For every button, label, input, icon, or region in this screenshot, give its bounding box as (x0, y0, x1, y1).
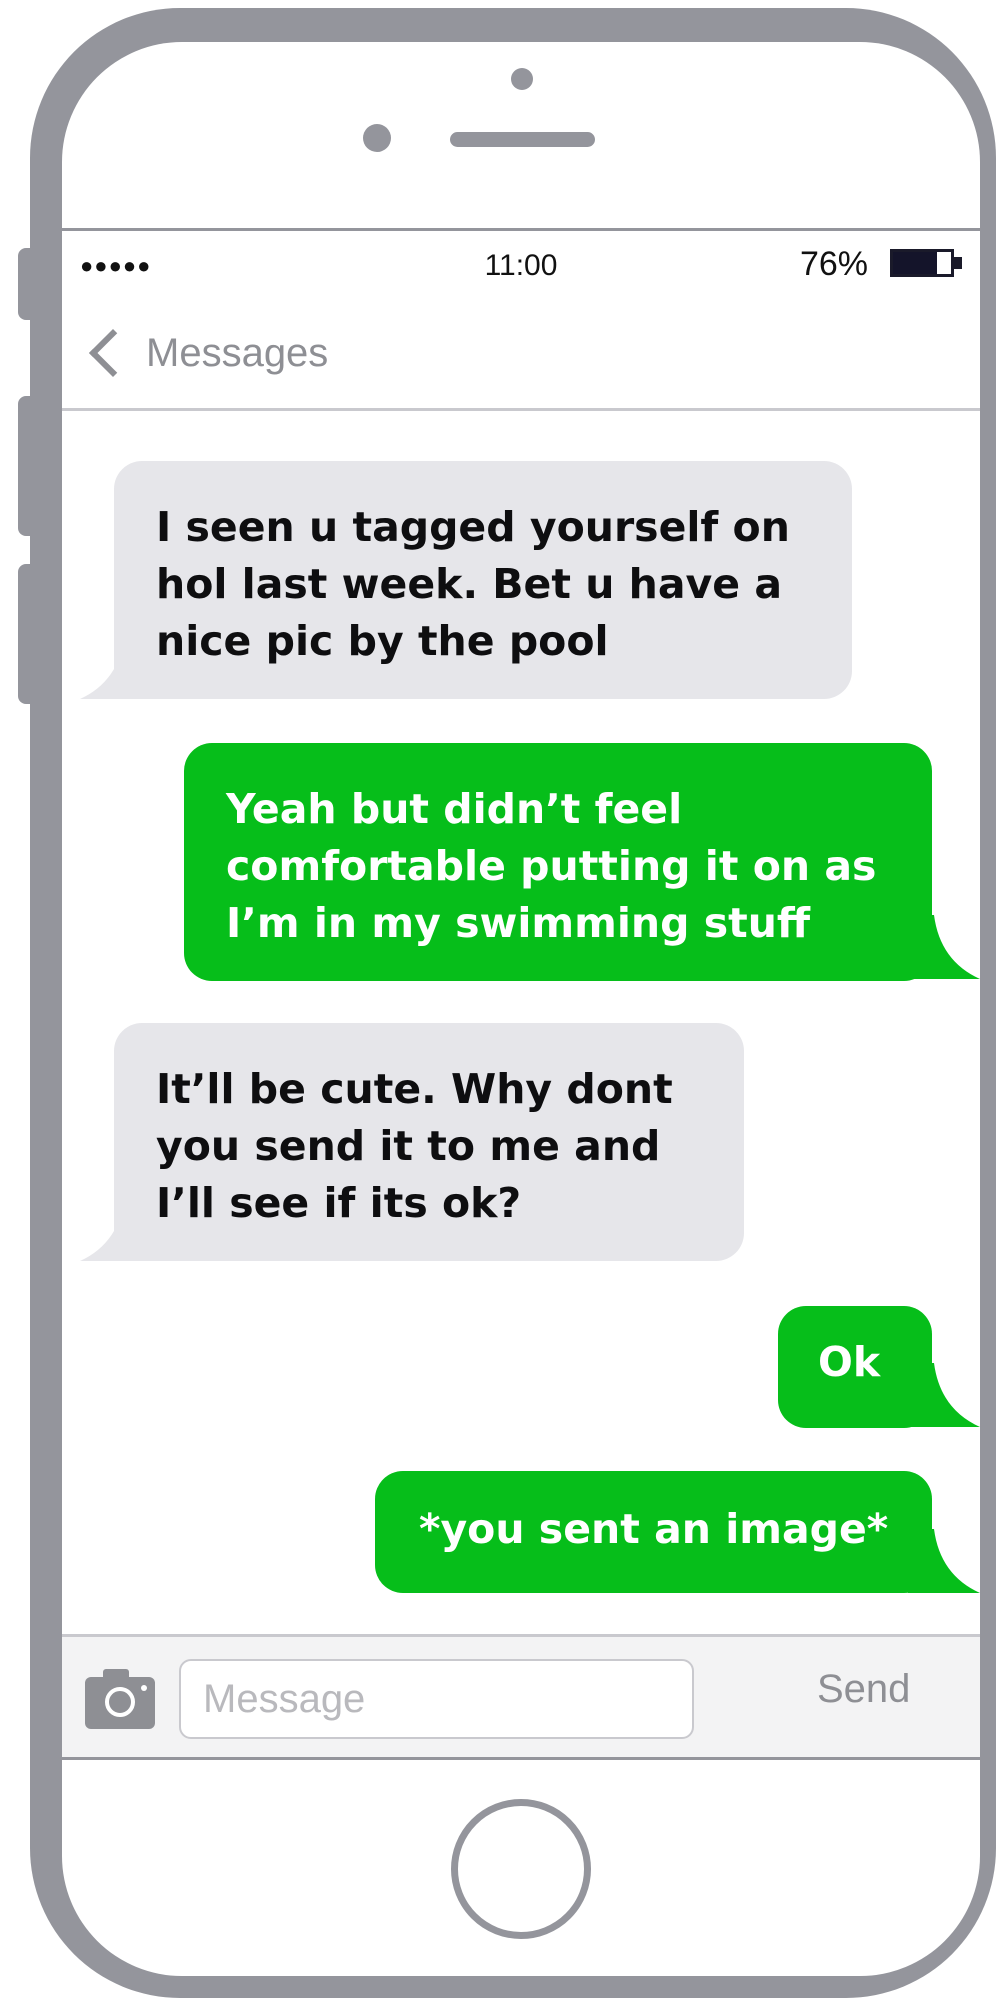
mute-switch (18, 248, 32, 320)
message-sent: *you sent an image* (375, 1471, 932, 1593)
proximity-sensor (511, 68, 533, 90)
composer-bar: Send (62, 1634, 980, 1757)
camera-icon (103, 1669, 129, 1679)
chevron-left-icon (88, 328, 138, 378)
bubble-tail-sent (908, 1363, 980, 1427)
send-button[interactable]: Send (817, 1667, 910, 1712)
bubble-tail-received (80, 631, 152, 699)
battery-icon (890, 249, 954, 277)
message-text: Yeah but didn’t feel comfortable putting… (226, 785, 877, 947)
message-text: *you sent an image* (419, 1505, 889, 1553)
back-label: Messages (146, 330, 329, 375)
bubble-tail-sent (908, 1529, 980, 1593)
message-text: It’ll be cute. Why dont you send it to m… (156, 1065, 673, 1227)
status-bar: ●●●●● 11:00 76% (62, 231, 980, 301)
nav-bar: Messages (62, 301, 980, 411)
camera-button[interactable] (85, 1669, 155, 1729)
front-camera (363, 124, 391, 152)
earpiece-speaker (450, 132, 595, 147)
home-button[interactable] (451, 1799, 591, 1939)
message-input[interactable] (179, 1659, 694, 1739)
message-received: It’ll be cute. Why dont you send it to m… (114, 1023, 744, 1261)
phone-screen: ●●●●● 11:00 76% Messages I seen u tagged… (62, 228, 980, 1760)
bubble-tail-sent (908, 915, 980, 979)
volume-down-button (18, 564, 32, 704)
battery-percent: 76% (799, 245, 868, 283)
back-button[interactable]: Messages (82, 323, 328, 383)
battery-level (893, 252, 938, 274)
battery-tip (954, 257, 962, 269)
camera-flash-icon (141, 1685, 147, 1691)
camera-lens-icon (105, 1687, 135, 1717)
message-text: I seen u tagged yourself on hol last wee… (156, 503, 790, 665)
message-received: I seen u tagged yourself on hol last wee… (114, 461, 852, 699)
volume-up-button (18, 396, 32, 536)
message-sent: Yeah but didn’t feel comfortable putting… (184, 743, 932, 981)
bubble-tail-received (80, 1193, 152, 1261)
